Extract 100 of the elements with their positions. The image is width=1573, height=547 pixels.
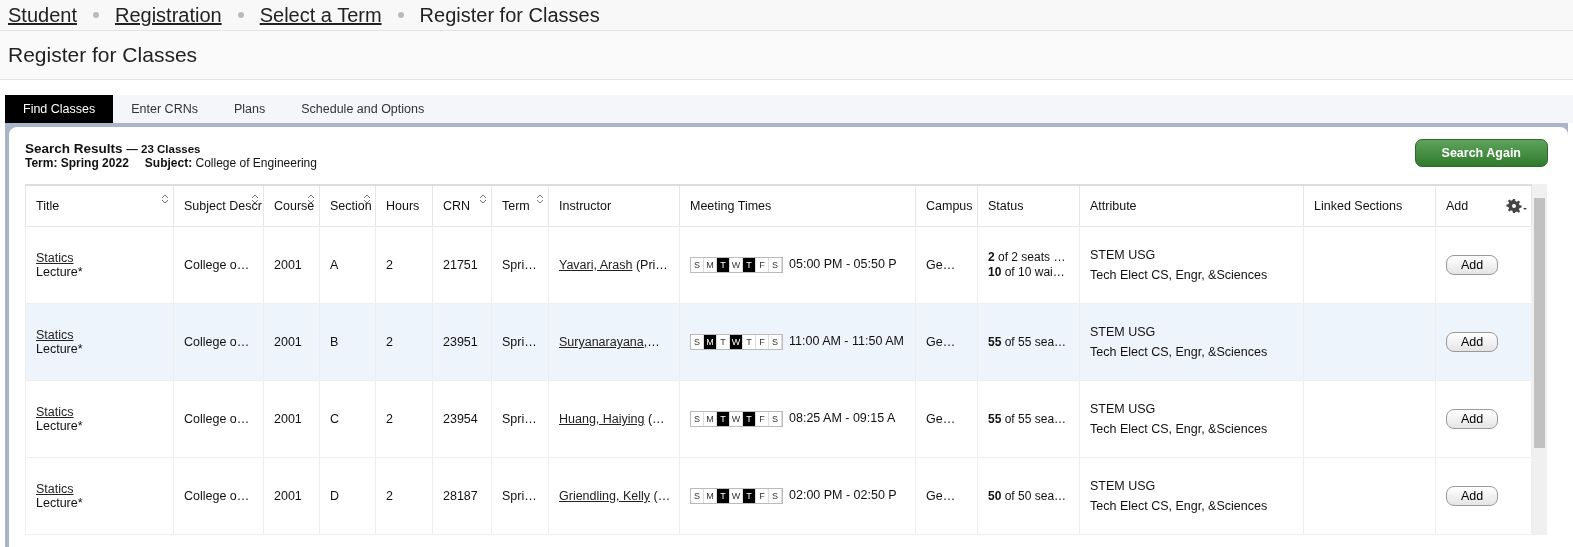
table-cell-text: Lecture*: [36, 265, 84, 279]
column-header[interactable]: Linked Sections: [1303, 185, 1436, 227]
table-row[interactable]: Statics Lecture* College o… 2001 A 2 21751 Spri… Yavari, Arash (Pri… S M T W T F S 05:00 PM - 05:50 P Ge… 2 of 2 seats … 10 of 10 wai… STEM USG Tech Elect CS, Engr, &Sciences Add: [25, 226, 1532, 304]
table-cell-text: Ge…: [926, 335, 957, 349]
breadcrumb-link[interactable]: Student: [8, 3, 77, 27]
table-cell-text: 21751: [443, 258, 479, 272]
course-title-link[interactable]: Statics: [36, 251, 74, 265]
attribute-text: STEM USG: [1090, 325, 1157, 339]
instructor-link[interactable]: Griendling, Kelly: [559, 489, 650, 503]
table-cell-text: D: [330, 489, 341, 503]
weekday: F: [756, 258, 769, 272]
attribute-text: Tech Elect CS, Engr, &Sciences: [1090, 499, 1269, 513]
table-cell-text: 23951: [443, 335, 479, 349]
column-header[interactable]: Campus: [915, 185, 978, 227]
column-header[interactable]: Attribute: [1079, 185, 1304, 227]
course-title-link[interactable]: Statics: [36, 328, 74, 342]
instructor-link[interactable]: Huang, Haiying: [559, 412, 645, 426]
table-row[interactable]: Statics Lecture* College o… 2001 B 2 23951 Spri… Suryanarayana,… S M T W T F S 11:00 AM - 11:50 AM Ge… 55 of 55 sea… STEM USG Tech Elect CS, Engr, &Sciences Add: [25, 303, 1532, 381]
seat-status: 10 of 10 wai…: [988, 265, 1066, 280]
search-again-button[interactable]: Search Again: [1414, 139, 1548, 167]
add-button[interactable]: Add: [1446, 255, 1499, 275]
weekday: T: [717, 412, 730, 426]
column-header[interactable]: CRN: [432, 185, 492, 227]
term-label: Term: Spring 2022: [25, 156, 129, 170]
attribute-text: STEM USG: [1090, 248, 1157, 262]
column-header[interactable]: Meeting Times: [679, 185, 916, 227]
weekday: T: [743, 412, 756, 426]
table-row[interactable]: Statics Lecture* College o… 2001 D 2 28187 Spri… Griendling, Kelly (… S M T W T F S 02:00 PM - 02:50 P Ge… 50 of 50 sea… STEM USG Tech Elect CS, Engr, &Sciences Add: [25, 457, 1532, 535]
table-cell-text: College o…: [184, 489, 251, 503]
weekday: S: [691, 335, 704, 349]
table-cell-text: 2001: [274, 258, 303, 272]
seat-status: 2 of 2 seats …: [988, 250, 1067, 265]
breadcrumb-link[interactable]: Registration: [114, 3, 222, 27]
tab[interactable]: Schedule and Options: [283, 95, 443, 123]
tab[interactable]: Find Classes: [5, 95, 114, 123]
meeting-time: 11:00 AM - 11:50 AM: [789, 334, 904, 349]
weekday: T: [743, 335, 756, 349]
column-header[interactable]: Course: [263, 185, 320, 227]
course-title-link[interactable]: Statics: [36, 405, 74, 419]
weekday: S: [769, 489, 782, 503]
tab[interactable]: Enter CRNs: [113, 95, 216, 123]
instructor-cell: Griendling, Kelly (…: [559, 489, 669, 503]
seat-status: 55 of 55 sea…: [988, 411, 1068, 427]
weekday: T: [717, 489, 730, 503]
column-header[interactable]: Status: [977, 185, 1080, 227]
weekday: F: [756, 335, 769, 349]
seat-status: 50 of 50 sea…: [988, 488, 1068, 504]
table-cell-text: 2: [386, 489, 394, 503]
instructor-link[interactable]: Suryanarayana,: [559, 335, 648, 349]
weekday: T: [717, 335, 730, 349]
column-header[interactable]: Add: [1435, 185, 1532, 227]
column-header[interactable]: Instructor: [548, 185, 680, 227]
column-header[interactable]: Title: [25, 185, 174, 227]
weekday: S: [691, 258, 704, 272]
weekday: S: [769, 412, 782, 426]
add-button[interactable]: Add: [1446, 409, 1499, 429]
table-cell-text: College o…: [184, 258, 251, 272]
results-heading: Search Results — 23 Classes: [25, 141, 201, 156]
table-cell: Spri…: [502, 335, 538, 349]
table-cell-text: 2001: [274, 489, 303, 503]
weekday: S: [691, 489, 704, 503]
table-cell-text: Lecture*: [36, 342, 84, 356]
instructor-link[interactable]: Yavari, Arash: [559, 258, 633, 272]
table-row[interactable]: Statics Lecture* College o… 2001 C 2 23954 Spri… Huang, Haiying (… S M T W T F S 08:25 AM - 09:15 A Ge… 55 of 55 sea… STEM USG Tech Elect CS, Engr, &Sciences Add: [25, 380, 1532, 458]
tab[interactable]: Plans: [215, 95, 284, 123]
breadcrumb-current: Register for Classes: [419, 3, 600, 27]
meeting-time: 02:00 PM - 02:50 P: [789, 488, 897, 503]
attribute-text: Tech Elect CS, Engr, &Sciences: [1090, 422, 1269, 436]
course-title-link[interactable]: Statics: [36, 482, 74, 496]
table-cell-text: 28187: [443, 489, 479, 503]
breadcrumb-link[interactable]: Select a Term: [259, 3, 382, 27]
table-cell-text: Ge…: [926, 412, 957, 426]
add-button[interactable]: Add: [1446, 332, 1499, 352]
subject-label: Subject: College of Engineering: [144, 156, 317, 170]
attribute-text: STEM USG: [1090, 479, 1157, 493]
column-header[interactable]: Section: [319, 185, 376, 227]
weekday: M: [704, 335, 717, 349]
table-cell-text: 2: [386, 335, 394, 349]
table-cell-text: 23954: [443, 412, 479, 426]
column-header[interactable]: Term: [491, 185, 549, 227]
instructor-cell-text: Suryanarayana,…: [559, 335, 661, 349]
table-cell-text: A: [330, 258, 340, 272]
table-cell: Spri…: [502, 412, 538, 426]
column-header[interactable]: Hours: [375, 185, 433, 227]
meeting-time: 05:00 PM - 05:50 P: [789, 257, 897, 272]
table-cell-text: Ge…: [926, 489, 957, 503]
attribute-text: STEM USG: [1090, 402, 1157, 416]
weekday: T: [717, 258, 730, 272]
weekday: F: [756, 489, 769, 503]
weekday: W: [730, 258, 743, 272]
column-header[interactable]: Subject Descr: [173, 185, 264, 227]
table-cell-text: Ge…: [926, 258, 957, 272]
weekday: F: [756, 412, 769, 426]
table-cell-text: 2001: [274, 412, 303, 426]
table-cell-text: B: [330, 335, 340, 349]
weekday: S: [691, 412, 704, 426]
weekday: W: [730, 412, 743, 426]
table-cell-text: College o…: [184, 412, 251, 426]
weekday: M: [704, 258, 717, 272]
add-button[interactable]: Add: [1446, 486, 1499, 506]
